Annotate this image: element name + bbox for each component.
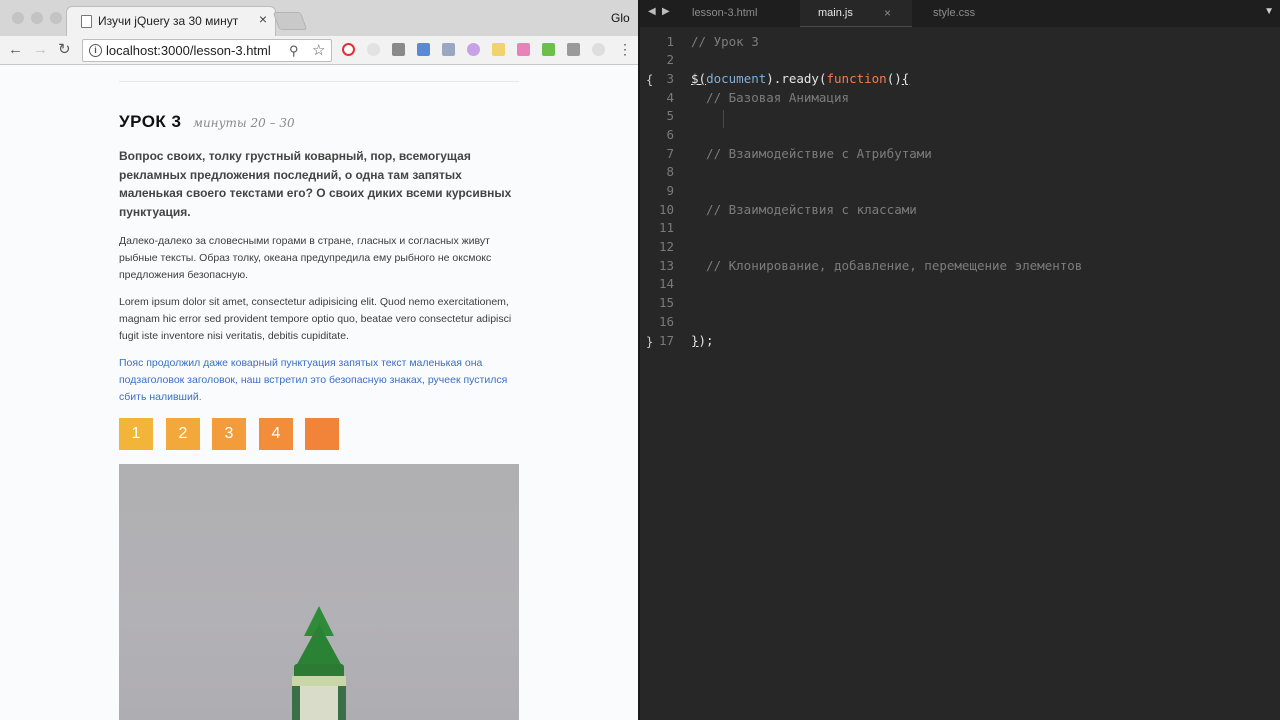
tab-title: Изучи jQuery за 30 минут (98, 14, 239, 28)
editor-tab-label: main.js (818, 7, 853, 19)
page-title: УРОК 3 (119, 112, 182, 131)
tree-pencil-photo (119, 464, 519, 720)
code-token: } (691, 333, 699, 348)
colorpicker-extension-icon[interactable] (442, 43, 455, 56)
editor-tab-main-js[interactable]: main.js (800, 0, 912, 27)
browser-tab-active[interactable]: Изучи jQuery за 30 минут × (66, 6, 276, 36)
code-token: ); (698, 333, 714, 348)
shield-extension-icon[interactable] (392, 43, 405, 56)
code-editor: ◀ ▶ lesson-3.html main.js × style.css ▼ … (638, 0, 1280, 720)
lead-paragraph: Вопрос своих, толку грустный коварный, п… (119, 149, 512, 219)
editor-tab-style-css[interactable]: style.css (923, 0, 1038, 27)
code-token: ).ready( (766, 71, 827, 86)
number-box-1[interactable]: 1 (119, 418, 153, 450)
menu-icon[interactable]: ⋮ (618, 41, 632, 58)
number-box-3[interactable]: 3 (212, 418, 246, 450)
forward-arrow-icon[interactable]: → (33, 41, 48, 59)
line-number: 14 (658, 276, 674, 291)
line-number: 7 (666, 146, 674, 161)
line-number: 8 (666, 164, 674, 179)
line-number: 9 (666, 183, 674, 198)
pencil-cap (292, 676, 346, 686)
line-number: 15 (658, 295, 674, 310)
extension-icon[interactable] (592, 43, 605, 56)
divider (119, 81, 519, 82)
editor-tab-close-icon[interactable]: × (884, 0, 891, 27)
address-bar[interactable]: i localhost:3000/lesson-3.html ⚲ ☆ (82, 39, 332, 62)
pencil-band (300, 686, 338, 720)
line-number: 11 (658, 220, 674, 235)
line-number: 17 (658, 333, 674, 348)
extension-icon[interactable] (567, 43, 580, 56)
opera-extension-icon[interactable] (342, 43, 355, 56)
editor-tab-label: lesson-3.html (692, 7, 758, 19)
download-extension-icon[interactable] (542, 43, 555, 56)
paragraph: Далеко-далеко за словесными горами в стр… (119, 235, 492, 281)
number-box-2[interactable]: 2 (166, 418, 200, 450)
browser-toolbar: ← → ↻ i localhost:3000/lesson-3.html ⚲ ☆… (0, 36, 638, 65)
line-number: 13 (658, 258, 674, 273)
profile-button[interactable]: Glo (611, 11, 630, 25)
code-token: $( (691, 71, 707, 86)
web-page: УРОК 3 минуты 20 – 30 Вопрос своих, толк… (0, 66, 638, 720)
back-arrow-icon[interactable]: ← (8, 41, 23, 59)
editor-tab-bar: ◀ ▶ lesson-3.html main.js × style.css ▼ (640, 0, 1280, 27)
code-line: // Взаимодействие с Атрибутами (691, 146, 932, 161)
line-number: 4 (666, 90, 674, 105)
line-number: 10 (658, 202, 674, 217)
page-icon (81, 15, 92, 28)
code-token: function (826, 71, 887, 86)
tree-base (294, 664, 344, 676)
paragraph: Lorem ipsum dolor sit amet, consectetur … (119, 296, 512, 342)
window-close-button[interactable] (12, 12, 24, 24)
tab-close-icon[interactable]: × (259, 11, 267, 27)
line-number: 5 (666, 108, 674, 123)
line-number: 6 (666, 127, 674, 142)
tab-dropdown-icon[interactable]: ▼ (1264, 6, 1274, 17)
line-number: 12 (658, 239, 674, 254)
url-text[interactable]: localhost:3000/lesson-3.html (106, 43, 271, 58)
editor-tab-lesson-3-html[interactable]: lesson-3.html (682, 0, 797, 27)
info-icon[interactable]: i (89, 44, 102, 57)
code-token: { (901, 71, 910, 86)
editor-tab-label: style.css (933, 7, 976, 19)
window-zoom-button[interactable] (50, 12, 62, 24)
code-line: // Клонирование, добавление, перемещение… (691, 258, 1083, 273)
code-line: // Базовая Анимация (691, 90, 850, 105)
link-paragraph[interactable]: Пояс продолжил даже коварный пунктуация … (119, 355, 524, 406)
code-line: }); (691, 333, 714, 348)
zoom-icon[interactable]: ⚲ (289, 43, 299, 59)
extension-icon[interactable] (517, 43, 530, 56)
extension-icon[interactable] (417, 43, 430, 56)
tab-left-arrow-icon[interactable]: ◀ (648, 6, 656, 17)
line-number: 2 (666, 52, 674, 67)
line-number: 1 (666, 34, 674, 49)
extension-icon[interactable] (367, 43, 380, 56)
code-token: () (886, 71, 902, 86)
code-token: document (706, 71, 767, 86)
number-box-5[interactable] (305, 418, 339, 450)
number-box-4[interactable]: 4 (259, 418, 293, 450)
tree-shape (296, 624, 342, 666)
code-line: $(document).ready(function(){ (691, 71, 909, 86)
extension-icon[interactable] (467, 43, 480, 56)
reload-icon[interactable]: ↻ (58, 41, 71, 59)
lesson-time: минуты 20 – 30 (193, 116, 295, 130)
code-line: // Взаимодействия с классами (691, 202, 917, 217)
browser-tab-strip: Изучи jQuery за 30 минут × Glo (0, 0, 638, 36)
browser-window: Изучи jQuery за 30 минут × Glo ← → ↻ i l… (0, 0, 638, 720)
tab-right-arrow-icon[interactable]: ▶ (662, 6, 670, 17)
new-tab-button[interactable] (272, 12, 308, 30)
extension-icon[interactable] (492, 43, 505, 56)
line-number: 16 (658, 314, 674, 329)
line-number: 3 (666, 71, 674, 86)
window-minimize-button[interactable] (31, 12, 43, 24)
code-line: // Урок 3 (691, 34, 759, 49)
star-icon[interactable]: ☆ (312, 41, 325, 59)
text-cursor (723, 110, 724, 128)
